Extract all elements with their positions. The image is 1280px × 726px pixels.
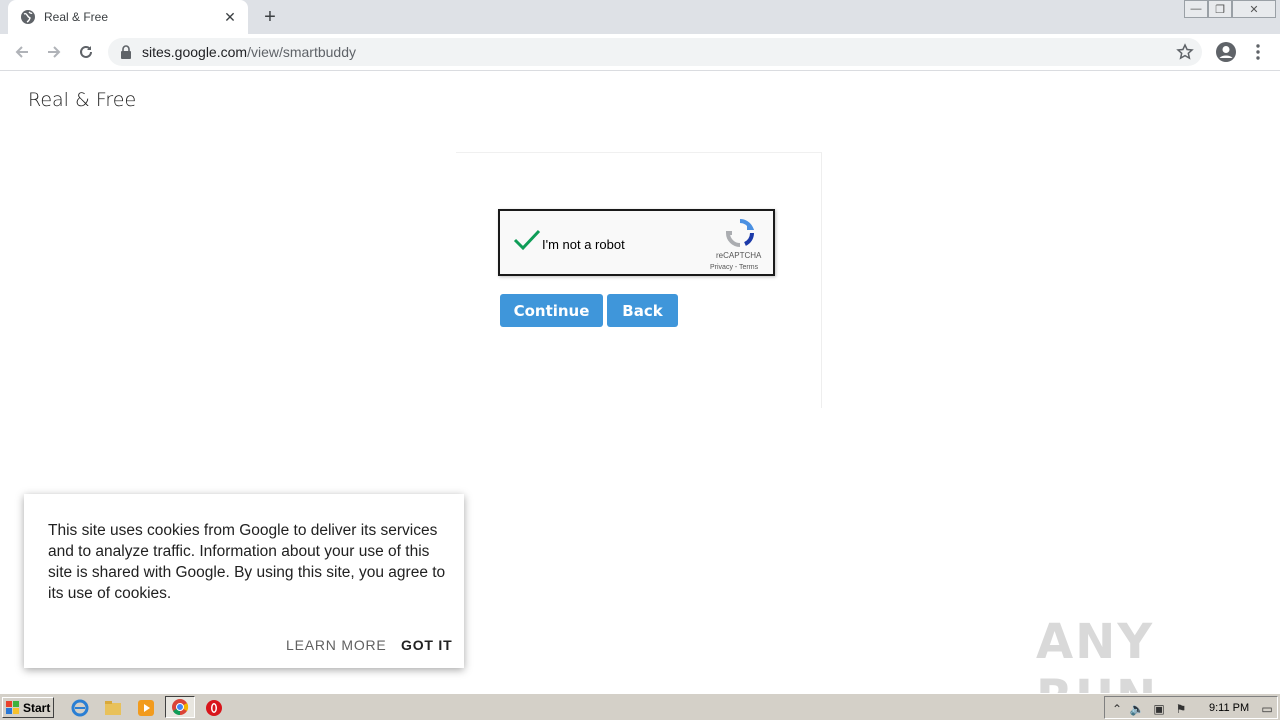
network-icon[interactable]: ▣: [1151, 701, 1167, 717]
back-button[interactable]: Back: [607, 294, 678, 327]
tab-strip: Real & Free ✕ + — ❐ ✕: [0, 0, 1280, 34]
recaptcha-label: I'm not a robot: [542, 237, 625, 252]
chrome-taskbar-icon[interactable]: [165, 696, 195, 718]
forward-arrow-icon[interactable]: [42, 40, 66, 64]
back-arrow-icon[interactable]: [10, 40, 34, 64]
profile-avatar-icon[interactable]: [1214, 40, 1238, 64]
minimize-icon[interactable]: —: [1184, 0, 1208, 18]
internet-explorer-icon[interactable]: [70, 698, 90, 718]
file-explorer-icon[interactable]: [103, 698, 123, 718]
recaptcha-widget[interactable]: I'm not a robot reCAPTCHA Privacy - Term…: [498, 209, 775, 276]
cookie-message: This site uses cookies from Google to de…: [48, 522, 446, 602]
embed-frame: [456, 152, 822, 408]
window-close-icon[interactable]: ✕: [1232, 0, 1276, 18]
media-player-icon[interactable]: [136, 698, 156, 718]
tab-title: Real & Free: [44, 10, 109, 24]
opera-icon[interactable]: [204, 698, 224, 718]
recaptcha-brand: reCAPTCHA: [716, 251, 762, 260]
close-tab-icon[interactable]: ✕: [222, 9, 238, 25]
browser-toolbar: sites.google.com/view/smartbuddy: [0, 34, 1280, 71]
site-title[interactable]: Real & Free: [28, 89, 136, 111]
recaptcha-logo-icon: [725, 218, 755, 247]
got-it-button[interactable]: GOT IT: [401, 637, 452, 653]
url-text: sites.google.com/view/smartbuddy: [142, 44, 356, 60]
new-tab-icon[interactable]: +: [258, 6, 282, 28]
continue-button[interactable]: Continue: [500, 294, 603, 327]
cookie-banner: This site uses cookies from Google to de…: [24, 494, 464, 668]
taskbar-clock[interactable]: 9:11 PM: [1209, 702, 1249, 714]
recaptcha-terms-link[interactable]: Privacy - Terms: [710, 264, 758, 271]
checkmark-icon[interactable]: [512, 228, 542, 252]
menu-kebab-icon[interactable]: [1246, 40, 1270, 64]
tray-expand-icon[interactable]: ⌃: [1109, 701, 1125, 717]
learn-more-link[interactable]: LEARN MORE: [286, 637, 387, 653]
browser-tab[interactable]: Real & Free ✕: [8, 0, 248, 34]
windows-logo-icon: [6, 700, 19, 714]
show-desktop-icon[interactable]: ▭: [1259, 701, 1275, 717]
taskbar: Start ⌃ 🔈 ▣ ⚑ 9:11 PM ▭: [0, 693, 1280, 720]
bookmark-star-icon[interactable]: [1176, 43, 1194, 61]
volume-icon[interactable]: 🔈: [1129, 701, 1145, 717]
system-tray: ⌃ 🔈 ▣ ⚑ 9:11 PM ▭: [1104, 696, 1278, 719]
action-center-flag-icon[interactable]: ⚑: [1173, 701, 1189, 717]
globe-icon: [21, 10, 35, 24]
reload-icon[interactable]: [74, 40, 98, 64]
start-label: Start: [23, 700, 51, 715]
restore-icon[interactable]: ❐: [1208, 0, 1232, 18]
lock-icon: [121, 45, 131, 59]
address-bar[interactable]: sites.google.com/view/smartbuddy: [108, 38, 1202, 66]
start-button[interactable]: Start: [2, 697, 54, 718]
